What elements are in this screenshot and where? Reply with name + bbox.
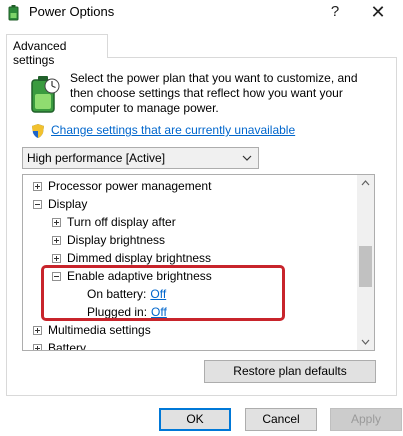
close-button[interactable]: ✕ xyxy=(358,0,398,26)
change-settings-link[interactable]: Change settings that are currently unava… xyxy=(51,123,295,137)
expand-icon[interactable] xyxy=(33,344,42,350)
ok-button[interactable]: OK xyxy=(159,408,231,431)
scroll-up-arrow-icon[interactable] xyxy=(361,180,370,186)
tree-scrollbar[interactable] xyxy=(357,175,374,350)
restore-plan-defaults-button[interactable]: Restore plan defaults xyxy=(204,360,376,383)
expand-icon[interactable] xyxy=(52,236,61,245)
on-battery-value[interactable]: Off xyxy=(150,287,166,301)
chevron-down-icon xyxy=(242,155,252,161)
setting-label: Plugged in: xyxy=(87,305,148,319)
setting-plugged-in[interactable]: Plugged in: Off xyxy=(87,304,167,321)
expand-icon[interactable] xyxy=(33,182,42,191)
expand-icon[interactable] xyxy=(33,326,42,335)
setting-label: On battery: xyxy=(87,287,147,301)
uac-shield-icon xyxy=(32,124,44,138)
collapse-icon[interactable] xyxy=(33,200,42,209)
expand-icon[interactable] xyxy=(52,218,61,227)
window-title: Power Options xyxy=(29,4,115,19)
apply-button[interactable]: Apply xyxy=(330,408,402,431)
cancel-button[interactable]: Cancel xyxy=(245,408,317,431)
plugged-in-value[interactable]: Off xyxy=(151,305,167,319)
battery-icon xyxy=(31,76,60,113)
title-bar: Power Options ? ✕ xyxy=(0,0,403,26)
setting-on-battery[interactable]: On battery: Off xyxy=(87,286,166,303)
help-button[interactable]: ? xyxy=(315,0,355,26)
power-options-icon xyxy=(8,5,19,21)
expand-icon[interactable] xyxy=(52,254,61,263)
scroll-down-arrow-icon[interactable] xyxy=(361,339,370,345)
scroll-thumb[interactable] xyxy=(359,246,372,287)
tab-advanced-settings[interactable]: Advanced settings xyxy=(6,34,108,67)
plan-select-value: High performance [Active] xyxy=(27,151,166,165)
description-text: Select the power plan that you want to c… xyxy=(70,71,358,115)
settings-tree[interactable]: Processor power management Display Turn … xyxy=(22,174,375,351)
collapse-icon[interactable] xyxy=(52,272,61,281)
plan-select[interactable]: High performance [Active] xyxy=(22,147,259,169)
